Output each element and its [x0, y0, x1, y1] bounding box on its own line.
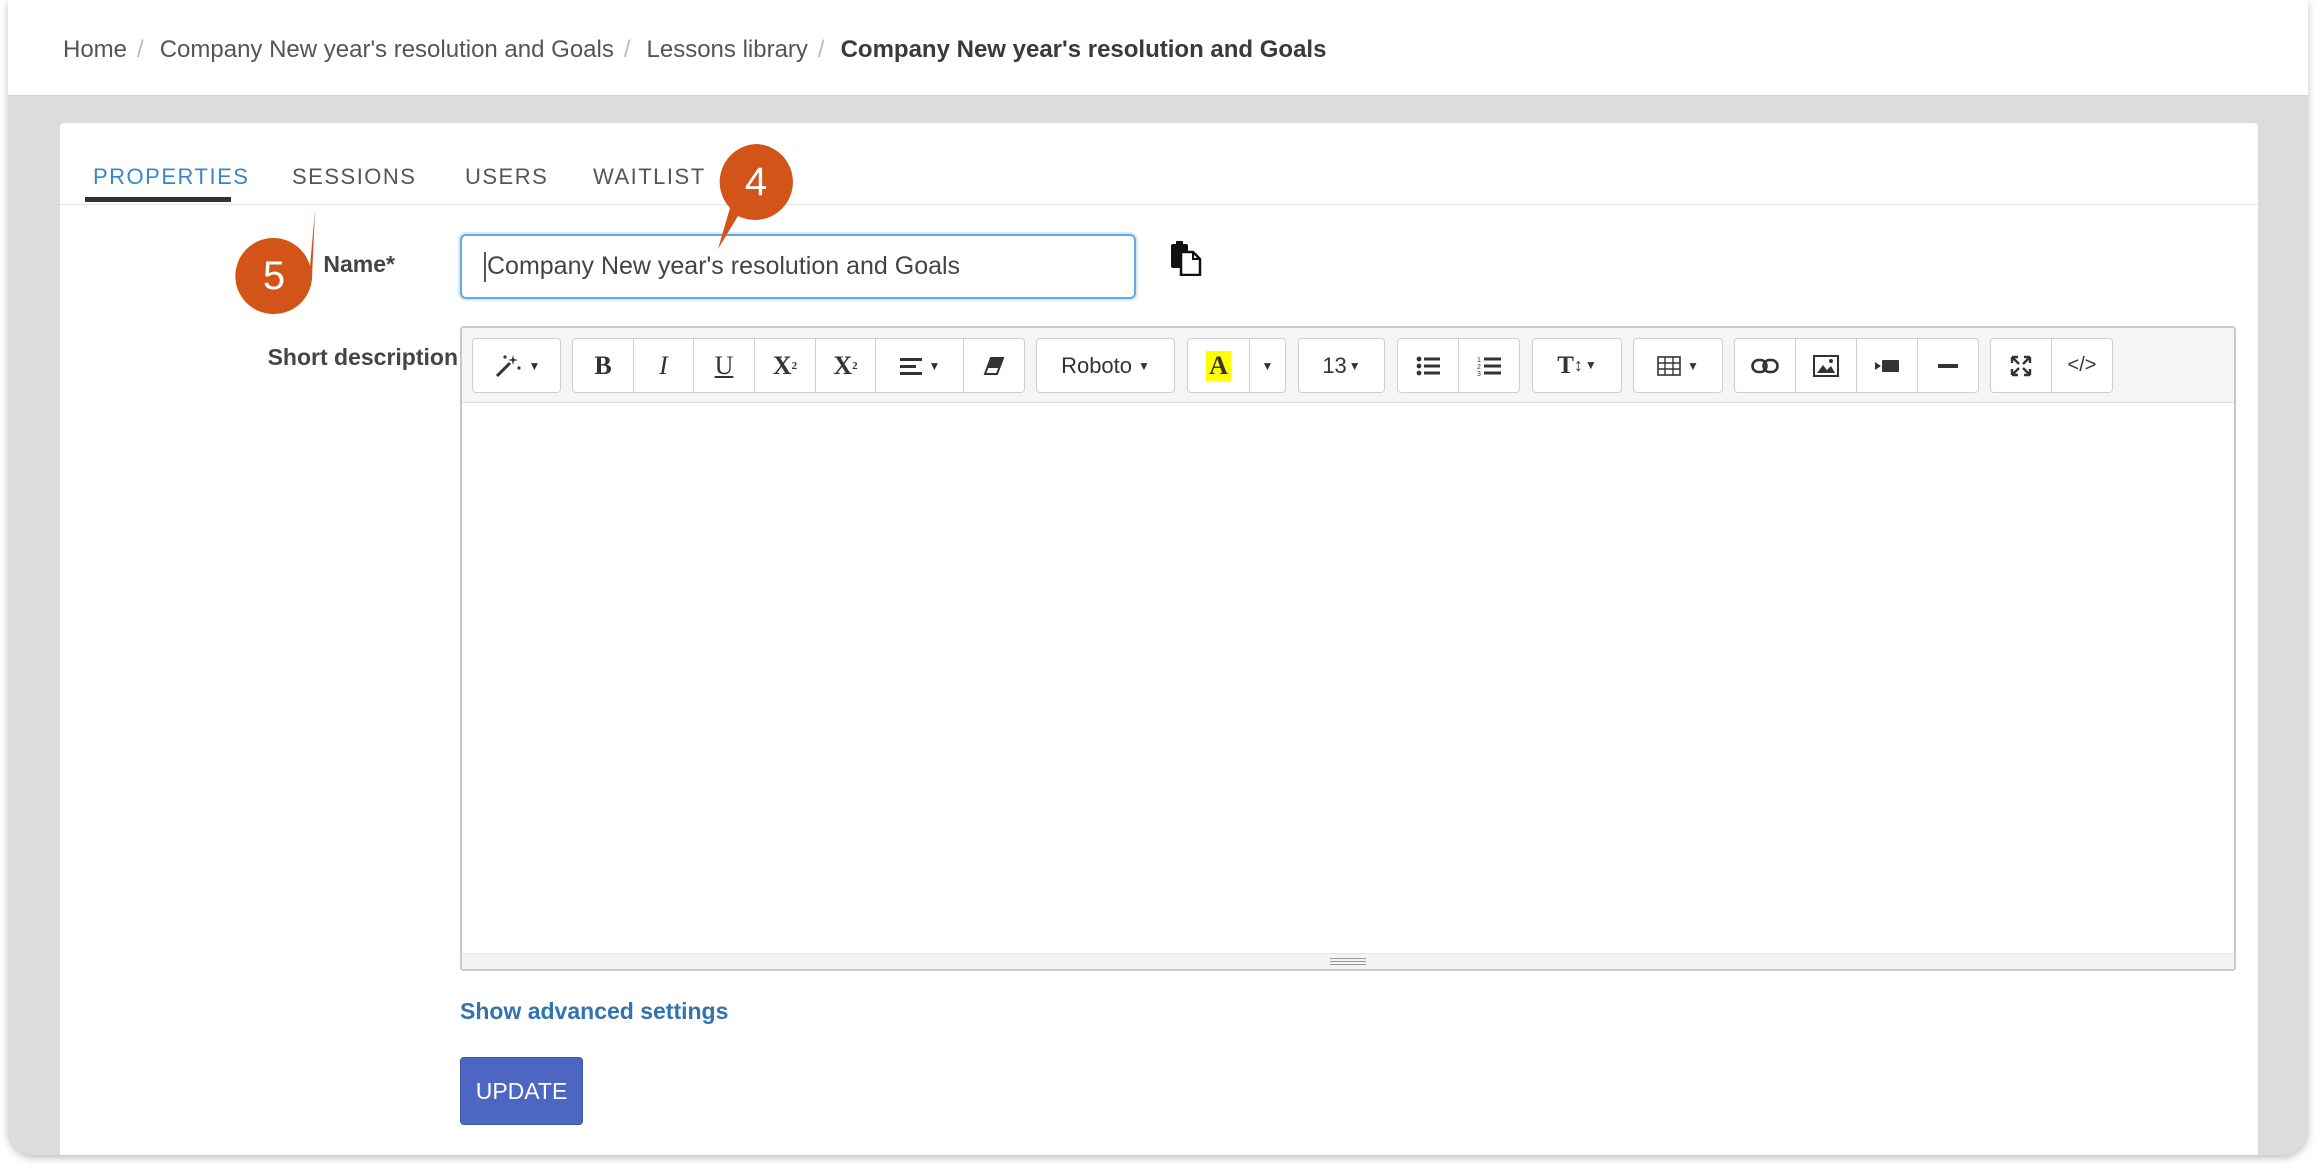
- tab-properties[interactable]: PROPERTIES: [93, 164, 249, 190]
- align-left-icon: [899, 357, 922, 375]
- rich-text-editor: ▼ B I U X2 X2 ▼ Roboto ▼ A ▼ 13 ▼ 1 2 3 …: [460, 326, 2236, 971]
- code-view-button[interactable]: </>: [2051, 338, 2113, 393]
- subscript-button[interactable]: X2: [815, 338, 876, 393]
- style-dropdown[interactable]: ▼: [472, 338, 561, 393]
- callout-number: 4: [744, 159, 768, 204]
- italic-button[interactable]: I: [633, 338, 694, 393]
- breadcrumb-separator: /: [817, 36, 825, 63]
- text-color-button[interactable]: A: [1187, 338, 1250, 393]
- callout-badge-4: 4: [718, 144, 794, 249]
- update-button[interactable]: UPDATE: [460, 1057, 583, 1125]
- underline-button[interactable]: U: [693, 338, 755, 393]
- numbered-list-icon: 1 2 3: [1477, 357, 1501, 377]
- subscript-letter: X: [833, 350, 853, 380]
- font-size-value: 13: [1322, 352, 1347, 378]
- breadcrumb-separator: /: [137, 36, 144, 63]
- link-button[interactable]: [1734, 338, 1796, 393]
- breadcrumb-lessons-library[interactable]: Lessons library: [647, 36, 808, 64]
- svg-text:1: 1: [1477, 357, 1481, 364]
- link-icon: [1751, 358, 1779, 373]
- tab-sessions[interactable]: SESSIONS: [292, 164, 416, 190]
- font-size-dropdown[interactable]: 13 ▼: [1298, 338, 1385, 393]
- breadcrumb-course[interactable]: Company New year's resolution and Goals: [160, 36, 614, 64]
- paste-icon[interactable]: [1168, 240, 1204, 277]
- numbered-list-button[interactable]: 1 2 3: [1458, 338, 1520, 393]
- eraser-icon: [983, 356, 1005, 375]
- font-family-value: Roboto: [1061, 352, 1133, 378]
- line-height-dropdown[interactable]: T ↕ ▼: [1532, 338, 1622, 393]
- horizontal-rule-icon: [1938, 363, 1958, 368]
- video-icon: [1875, 359, 1899, 372]
- font-family-dropdown[interactable]: Roboto ▼: [1036, 338, 1175, 393]
- bullet-list-icon: [1416, 356, 1440, 375]
- video-button[interactable]: [1856, 338, 1918, 393]
- bullet-list-button[interactable]: [1397, 338, 1459, 393]
- image-button[interactable]: [1795, 338, 1857, 393]
- breadcrumb: Home / Company New year's resolution and…: [63, 30, 1326, 70]
- text-caret: [484, 251, 486, 282]
- name-field-value: Company New year's resolution and Goals: [487, 252, 961, 280]
- name-field[interactable]: Company New year's resolution and Goals: [460, 234, 1136, 299]
- line-height-letter: T: [1557, 351, 1574, 379]
- editor-toolbar: ▼ B I U X2 X2 ▼ Roboto ▼ A ▼ 13 ▼ 1 2 3 …: [462, 328, 2234, 403]
- color-dropdown[interactable]: ▼: [1249, 338, 1286, 393]
- app-frame: Home / Company New year's resolution and…: [8, 0, 2308, 1155]
- properties-card: PROPERTIES SESSIONS USERS WAITLIST Name*…: [60, 123, 2258, 1155]
- tab-bar: PROPERTIES SESSIONS USERS WAITLIST: [60, 123, 2258, 205]
- superscript-button[interactable]: X2: [754, 338, 816, 393]
- show-advanced-settings-link[interactable]: Show advanced settings: [460, 998, 728, 1025]
- align-dropdown[interactable]: ▼: [875, 338, 964, 393]
- top-bar: Home / Company New year's resolution and…: [8, 0, 2308, 96]
- magic-wand-icon: [495, 354, 521, 377]
- editor-resize-handle[interactable]: [462, 953, 2234, 969]
- fullscreen-icon: [2010, 355, 2032, 376]
- description-editor-area[interactable]: [462, 403, 2234, 953]
- callout-badge-5: 5: [235, 210, 315, 315]
- clear-format-button[interactable]: [963, 338, 1025, 393]
- image-icon: [1813, 354, 1839, 377]
- breadcrumb-home[interactable]: Home: [63, 36, 127, 64]
- tab-waitlist[interactable]: WAITLIST: [593, 164, 706, 190]
- short-description-label: Short description: [267, 344, 458, 370]
- bold-button[interactable]: B: [572, 338, 634, 393]
- active-tab-indicator: [85, 197, 231, 202]
- callout-number: 5: [262, 253, 286, 298]
- tab-users[interactable]: USERS: [465, 164, 548, 190]
- color-letter: A: [1206, 350, 1231, 381]
- breadcrumb-separator: /: [623, 36, 631, 63]
- svg-text:3: 3: [1477, 371, 1481, 377]
- svg-text:2: 2: [1477, 364, 1481, 371]
- fullscreen-button[interactable]: [1990, 338, 2052, 393]
- table-dropdown[interactable]: ▼: [1633, 338, 1723, 393]
- table-icon: [1657, 355, 1681, 376]
- breadcrumb-current: Company New year's resolution and Goals: [840, 36, 1327, 63]
- horizontal-rule-button[interactable]: [1917, 338, 1979, 393]
- superscript-letter: X: [772, 350, 792, 380]
- resize-grip-icon: [1330, 958, 1366, 965]
